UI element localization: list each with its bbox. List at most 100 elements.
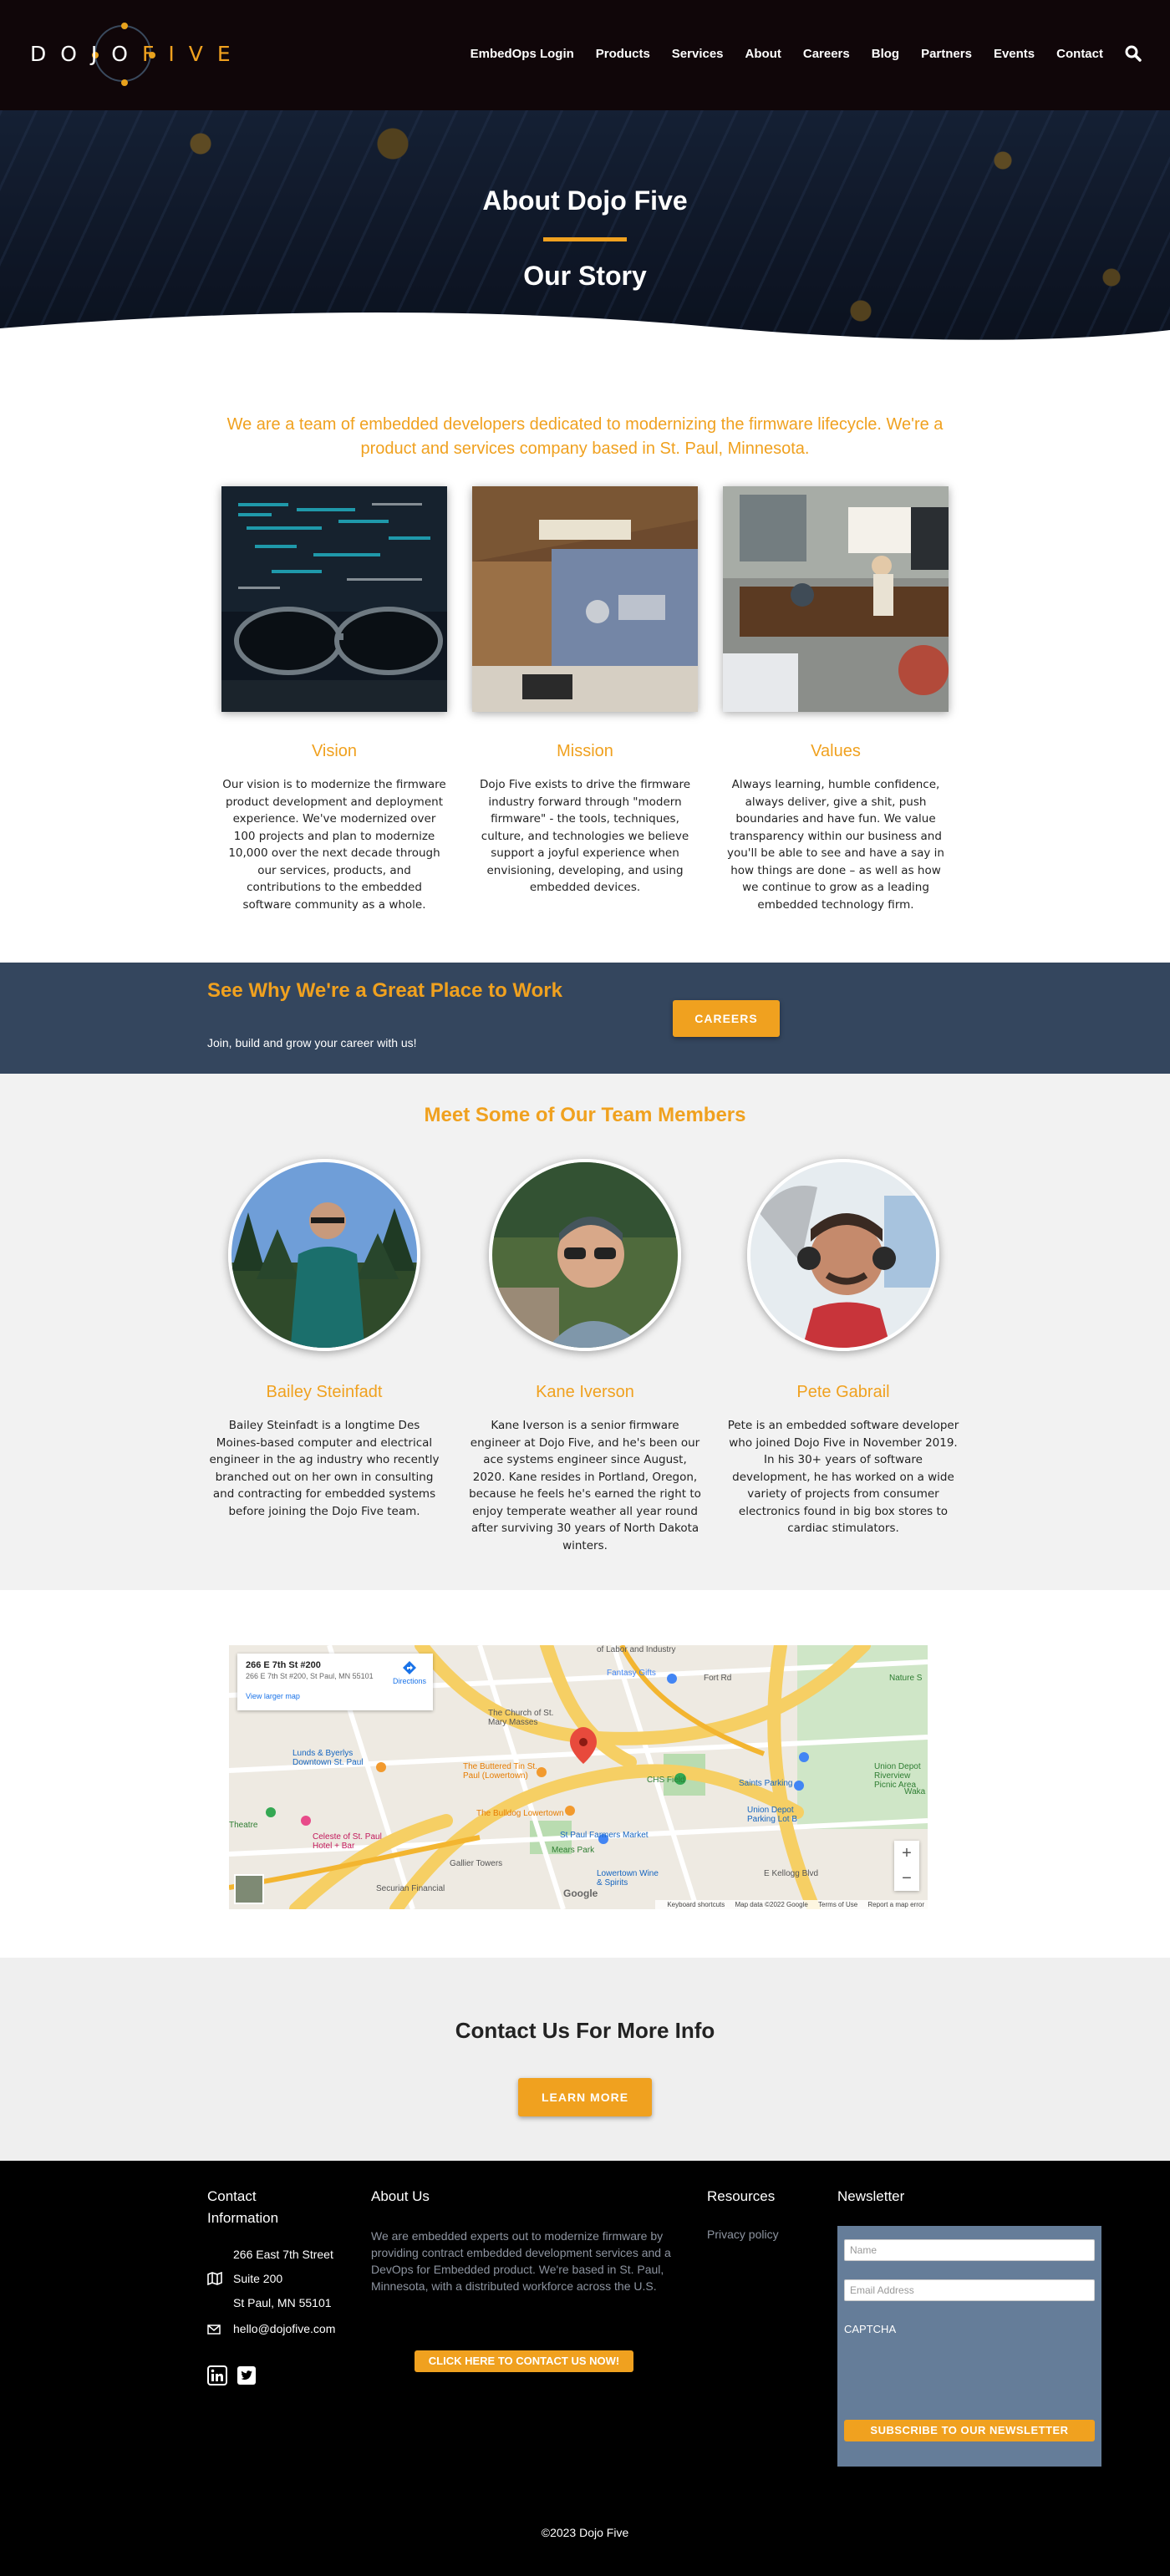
embedded-map[interactable]: 266 E 7th St #200 266 E 7th St #200, St …	[229, 1645, 928, 1909]
site-header: DOJOFIVE EmbedOps Login Products Service…	[0, 0, 1170, 110]
map-label: Fort Rd	[704, 1674, 732, 1683]
nav-services[interactable]: Services	[672, 47, 724, 61]
map-label: Lowertown Wine & Spirits	[597, 1869, 659, 1888]
privacy-policy-link[interactable]: Privacy policy	[707, 2228, 779, 2241]
pillar-text: Dojo Five exists to drive the firmware i…	[479, 778, 691, 894]
captcha-label: CAPTCHA	[844, 2323, 897, 2335]
search-icon[interactable]	[1125, 45, 1142, 62]
copyright-text: ©2023 Dojo Five	[541, 2526, 629, 2539]
learn-more-button[interactable]: LEARN MORE	[518, 2078, 652, 2116]
hero-banner: About Dojo Five Our Story	[0, 110, 1170, 361]
member-bio: Kane Iverson is a senior firmware engine…	[469, 1419, 701, 1552]
nav-careers[interactable]: Careers	[803, 47, 850, 61]
careers-heading: See Why We're a Great Place to Work	[207, 979, 562, 1002]
map-label: Union Depot Parking Lot B	[747, 1806, 798, 1824]
map-label: Union Depot Riverview Picnic Area	[874, 1762, 921, 1790]
map-label: The Church of St. Mary Masses	[488, 1709, 554, 1727]
email-link[interactable]: hello@dojofive.com	[233, 2322, 335, 2335]
team-heading: Meet Some of Our Team Members	[424, 1104, 746, 1126]
map-label: Theatre	[229, 1821, 258, 1830]
map-label: Gallier Towers	[450, 1859, 503, 1868]
map-label: Nature S	[889, 1674, 923, 1683]
team-member-card: Kane Iverson Kane Iverson is a senior fi…	[468, 1159, 702, 1554]
member-bio: Pete is an embedded software developer w…	[727, 1419, 959, 1535]
nav-contact[interactable]: Contact	[1056, 47, 1103, 61]
map-label: The Buttered Tin St. Paul (Lowertown)	[463, 1762, 537, 1781]
map-label: Celeste of St. Paul Hotel + Bar	[313, 1832, 382, 1851]
contact-cta-section: Contact Us For More Info LEARN MORE	[0, 1958, 1170, 2161]
values-image	[723, 486, 949, 712]
mail-icon	[207, 2324, 221, 2335]
address-line-3: St Paul, MN 55101	[233, 2296, 332, 2309]
footer-resources-heading: Resources	[707, 2188, 776, 2204]
hero-wave-divider	[0, 312, 1170, 361]
page-title: About Dojo Five	[482, 185, 688, 216]
keyboard-shortcuts-link[interactable]: Keyboard shortcuts	[667, 1901, 725, 1908]
map-attribution: Keyboard shortcuts Map data ©2022 Google…	[655, 1900, 928, 1909]
member-name: Pete Gabrail	[796, 1383, 890, 1401]
newsletter-name-input[interactable]: Name	[844, 2239, 1095, 2261]
view-larger-map-link[interactable]: View larger map	[246, 1692, 425, 1700]
directions-button[interactable]: Directions	[391, 1660, 428, 1685]
title-divider	[543, 237, 627, 241]
about-intro-section: We are a team of embedded developers ded…	[0, 361, 1170, 963]
map-label: Waka	[904, 1787, 926, 1796]
subscribe-button[interactable]: SUBSCRIBE TO OUR NEWSLETTER	[844, 2420, 1095, 2441]
logo-word-dojo: DOJO	[30, 42, 142, 66]
careers-button[interactable]: CAREERS	[673, 1000, 780, 1037]
pillar-mission: Mission Dojo Five exists to drive the fi…	[472, 486, 698, 897]
contact-us-now-button[interactable]: CLICK HERE TO CONTACT US NOW!	[415, 2350, 633, 2372]
nav-about[interactable]: About	[745, 47, 781, 61]
map-section: 266 E 7th St #200 266 E 7th St #200, St …	[0, 1590, 1170, 1958]
pillar-title: Vision	[311, 742, 358, 760]
logo-word-five: FIVE	[141, 42, 245, 66]
directions-label: Directions	[392, 1677, 426, 1685]
main-nav: EmbedOps Login Products Services About C…	[449, 45, 1142, 62]
pillar-text: Always learning, humble confidence, alwa…	[726, 778, 944, 912]
map-label: Lunds & Byerlys Downtown St. Paul	[292, 1749, 364, 1767]
careers-band: See Why We're a Great Place to Work Join…	[0, 963, 1170, 1074]
member-name: Kane Iverson	[536, 1383, 634, 1401]
nav-partners[interactable]: Partners	[921, 47, 972, 61]
newsletter-email-input[interactable]: Email Address	[844, 2279, 1095, 2301]
pillar-title: Mission	[557, 742, 613, 760]
vision-image	[221, 486, 447, 712]
site-footer: Contact Information 266 East 7th Street …	[0, 2161, 1170, 2576]
twitter-icon[interactable]	[237, 2365, 257, 2385]
pillar-vision: Vision Our vision is to modernize the fi…	[221, 486, 447, 913]
google-logo: Google	[563, 1888, 598, 1899]
mission-image	[472, 486, 698, 712]
careers-subtext: Join, build and grow your career with us…	[207, 1036, 417, 1049]
nav-events[interactable]: Events	[994, 47, 1035, 61]
footer-newsletter-heading: Newsletter	[837, 2188, 905, 2204]
team-member-card: Pete Gabrail Pete is an embedded softwar…	[726, 1159, 960, 1537]
zoom-in-button[interactable]: +	[894, 1841, 919, 1866]
map-label: E Kellogg Blvd	[764, 1869, 819, 1878]
satellite-toggle[interactable]	[234, 1874, 264, 1904]
pillar-text: Our vision is to modernize the firmware …	[222, 778, 446, 912]
linkedin-icon[interactable]	[207, 2365, 227, 2385]
footer-about-heading: About Us	[371, 2188, 430, 2204]
nav-products[interactable]: Products	[596, 47, 650, 61]
nav-blog[interactable]: Blog	[872, 47, 899, 61]
report-error-link[interactable]: Report a map error	[867, 1901, 924, 1908]
dojo-five-logo[interactable]: DOJOFIVE	[30, 23, 247, 86]
address-line-1: 266 East 7th Street	[233, 2248, 333, 2261]
member-bio: Bailey Steinfadt is a longtime Des Moine…	[209, 1419, 440, 1518]
map-label: of Labor and Industry	[597, 1645, 676, 1654]
pillar-values: Values Always learning, humble confidenc…	[723, 486, 949, 913]
terms-link[interactable]: Terms of Use	[818, 1901, 857, 1908]
directions-icon	[403, 1661, 416, 1674]
address-line-2: Suite 200	[233, 2272, 283, 2285]
map-icon	[207, 2272, 222, 2285]
zoom-out-button[interactable]: −	[894, 1866, 919, 1891]
map-label: Mears Park	[552, 1846, 595, 1855]
map-label: St Paul Farmers Market	[560, 1831, 649, 1840]
intro-lead-text: We are a team of embedded developers ded…	[226, 415, 944, 458]
map-data-credit: Map data ©2022 Google	[735, 1901, 808, 1908]
newsletter-form: Name Email Address CAPTCHA SUBSCRIBE TO …	[837, 2226, 1101, 2467]
map-info-card: 266 E 7th St #200 266 E 7th St #200, St …	[237, 1654, 433, 1710]
nav-embedops-login[interactable]: EmbedOps Login	[471, 47, 574, 61]
avatar	[489, 1159, 681, 1351]
map-label: Securian Financial	[376, 1884, 445, 1893]
